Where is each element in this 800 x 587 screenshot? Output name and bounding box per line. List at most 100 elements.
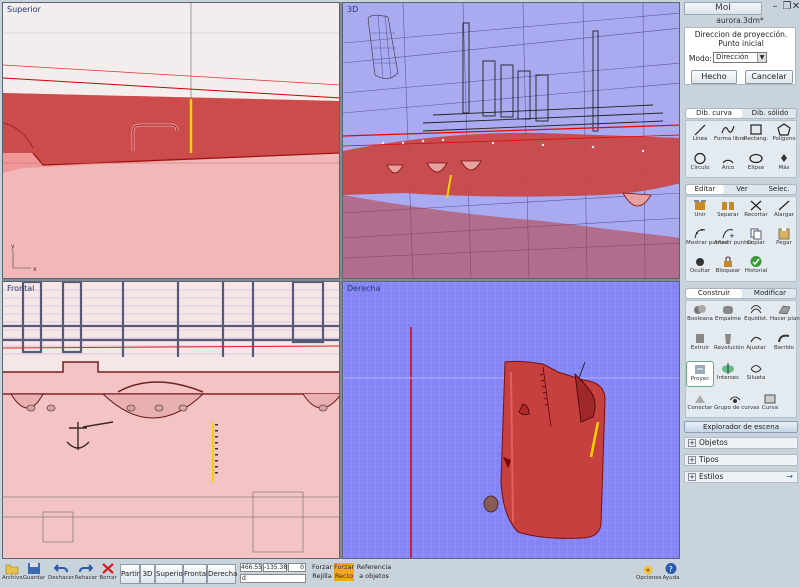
explorer-styles-label: Estilos <box>699 472 724 481</box>
undo-button[interactable]: Deshacer <box>48 562 74 582</box>
snap-grid-label2: Rejilla <box>312 572 332 580</box>
arrow-right-icon[interactable]: → <box>786 472 793 482</box>
viewport-front[interactable]: Frontal <box>2 281 340 559</box>
expand-icon[interactable]: + <box>688 473 696 481</box>
rectangle-tool[interactable]: Rectang. <box>742 122 770 148</box>
scene-explorer-header[interactable]: Explorador de escena <box>684 421 798 433</box>
join-tool[interactable]: Unir <box>686 198 714 224</box>
viewport-area: Superior y x 3D Frontal Derecha <box>2 2 680 559</box>
explorer-item-objects[interactable]: + Objetos <box>684 437 798 449</box>
options-label: Opciones <box>636 575 662 581</box>
fillet-tool[interactable]: Empalme <box>714 302 742 328</box>
freeform-icon <box>721 125 735 134</box>
sweep-tool[interactable]: Barrido <box>770 331 798 357</box>
app-menu-button[interactable]: MoI <box>684 2 762 15</box>
loft-tool[interactable]: Ajustar <box>742 331 770 357</box>
more-tool[interactable]: Más <box>770 151 798 177</box>
freeform-tool[interactable]: Forma libre <box>714 122 745 148</box>
connect-tool[interactable]: Conectar <box>686 391 714 417</box>
chevron-down-icon[interactable]: ▼ <box>757 53 766 62</box>
extend-tool[interactable]: Alargar <box>770 198 798 224</box>
viewport-front-label[interactable]: Frontal <box>7 284 34 293</box>
revolve-tool[interactable]: Revolución <box>714 331 744 357</box>
ellipse-tool[interactable]: Elipse <box>742 151 770 177</box>
delete-button[interactable]: Borrar <box>98 562 118 582</box>
help-button[interactable]: ? Ayuda <box>662 562 680 582</box>
curve-group-tool-label: Grupo de curvas <box>714 405 760 411</box>
boolean-tool[interactable]: Booleana <box>686 302 714 328</box>
mode-dropdown[interactable]: Dirección ▼ <box>713 52 767 63</box>
top-axis-y: y <box>11 243 15 250</box>
viewport-3d-label[interactable]: 3D <box>347 5 358 14</box>
revolve-icon <box>725 334 731 344</box>
tab-modify[interactable]: Modificar <box>742 289 798 298</box>
lock-tool[interactable]: Bloquear <box>714 254 742 280</box>
done-button[interactable]: Hecho <box>691 70 737 84</box>
extrude-tool[interactable]: Extruir <box>686 331 714 357</box>
cancel-button[interactable]: Cancelar <box>745 70 793 84</box>
viewport-right-label[interactable]: Derecha <box>347 284 381 293</box>
options-button[interactable]: Opciones <box>636 562 662 582</box>
silhouette-tool[interactable]: Silueta <box>742 361 770 387</box>
add-points-tool[interactable]: + Añadir puntos <box>714 226 753 252</box>
minimize-icon[interactable]: – <box>769 2 781 14</box>
fillet-tool-label: Empalme <box>715 316 741 322</box>
circle-tool[interactable]: Círculo <box>686 151 714 177</box>
project-tool[interactable]: Proyec <box>686 361 714 387</box>
close-icon[interactable]: ✕ <box>790 2 800 14</box>
curve-tool-label: Curva <box>761 405 779 411</box>
expand-icon[interactable]: + <box>688 439 696 447</box>
tab-draw-curve[interactable]: Dib. curva <box>686 109 742 118</box>
rectangle-tool-label: Rectang. <box>743 136 769 142</box>
redo-button[interactable]: Rehacer <box>74 562 98 582</box>
front-view-button[interactable]: Frontal <box>183 564 208 584</box>
offset-tool[interactable]: Equidist. <box>742 302 770 328</box>
copy-tool-label: Copiar <box>747 240 765 246</box>
intersect-tool[interactable]: Intersec <box>714 361 742 387</box>
distance-field[interactable]: d <box>240 574 306 583</box>
file-button[interactable]: Archivo <box>2 562 23 582</box>
hide-tool[interactable]: Ocultar <box>686 254 714 280</box>
snap-grid-label1: Forzar <box>312 563 333 571</box>
viewport-3d[interactable]: 3D <box>342 2 680 279</box>
add-points-icon: + <box>722 229 735 240</box>
coord-z-field[interactable]: 0 <box>288 563 306 572</box>
trim-tool-label: Recortar <box>744 212 768 218</box>
split-view-button[interactable]: Partir <box>120 564 140 584</box>
explorer-item-styles[interactable]: + Estilos → <box>684 471 798 483</box>
expand-icon[interactable]: + <box>688 456 696 464</box>
planar-tool[interactable]: Hacer plano <box>770 302 800 328</box>
tab-edit[interactable]: Editar <box>686 185 724 194</box>
coord-x-field[interactable]: 466.55 <box>240 563 262 572</box>
tab-construct[interactable]: Construir <box>686 289 742 298</box>
intersect-tool-label: Intersec <box>716 375 740 381</box>
curve-group-tool[interactable]: Grupo de curvas <box>714 391 760 417</box>
tab-view[interactable]: Ver <box>724 185 760 194</box>
polygon-tool[interactable]: Polígono <box>770 122 798 148</box>
right-view-button[interactable]: Derecha <box>207 564 237 584</box>
viewport-top-label[interactable]: Superior <box>7 5 41 14</box>
paste-tool[interactable]: Pegar <box>770 226 798 252</box>
tab-select[interactable]: Selec. <box>760 185 798 194</box>
viewport-right[interactable]: Derecha <box>342 281 680 559</box>
trim-tool[interactable]: Recortar <box>742 198 770 224</box>
object-snap-toggle[interactable]: Referencia a objetos <box>356 563 392 581</box>
svg-text:?: ? <box>669 565 673 574</box>
separate-tool[interactable]: Separar <box>714 198 742 224</box>
snap-straight-toggle[interactable]: Forzar Recto <box>334 563 354 581</box>
save-button-label: Guardar <box>22 575 46 581</box>
copy-tool[interactable]: Copiar <box>742 226 770 252</box>
curve-tool[interactable]: Curva <box>756 391 784 417</box>
save-button[interactable]: Guardar <box>22 562 46 582</box>
show-points-tool[interactable]: Mostrar puntos <box>686 226 728 252</box>
snap-grid-toggle[interactable]: Forzar Rejilla <box>312 563 332 581</box>
viewport-top[interactable]: Superior y x <box>2 2 340 279</box>
coord-y-field[interactable]: -135.38 <box>263 563 287 572</box>
tab-draw-solid[interactable]: Dib. sólido <box>742 109 798 118</box>
top-view-button[interactable]: Superior <box>155 564 186 584</box>
explorer-item-types[interactable]: + Tipos <box>684 454 798 466</box>
arc-tool[interactable]: Arco <box>714 151 742 177</box>
line-tool[interactable]: Línea <box>686 122 714 148</box>
history-tool[interactable]: Historial <box>742 254 770 280</box>
3d-view-button[interactable]: 3D <box>140 564 155 584</box>
